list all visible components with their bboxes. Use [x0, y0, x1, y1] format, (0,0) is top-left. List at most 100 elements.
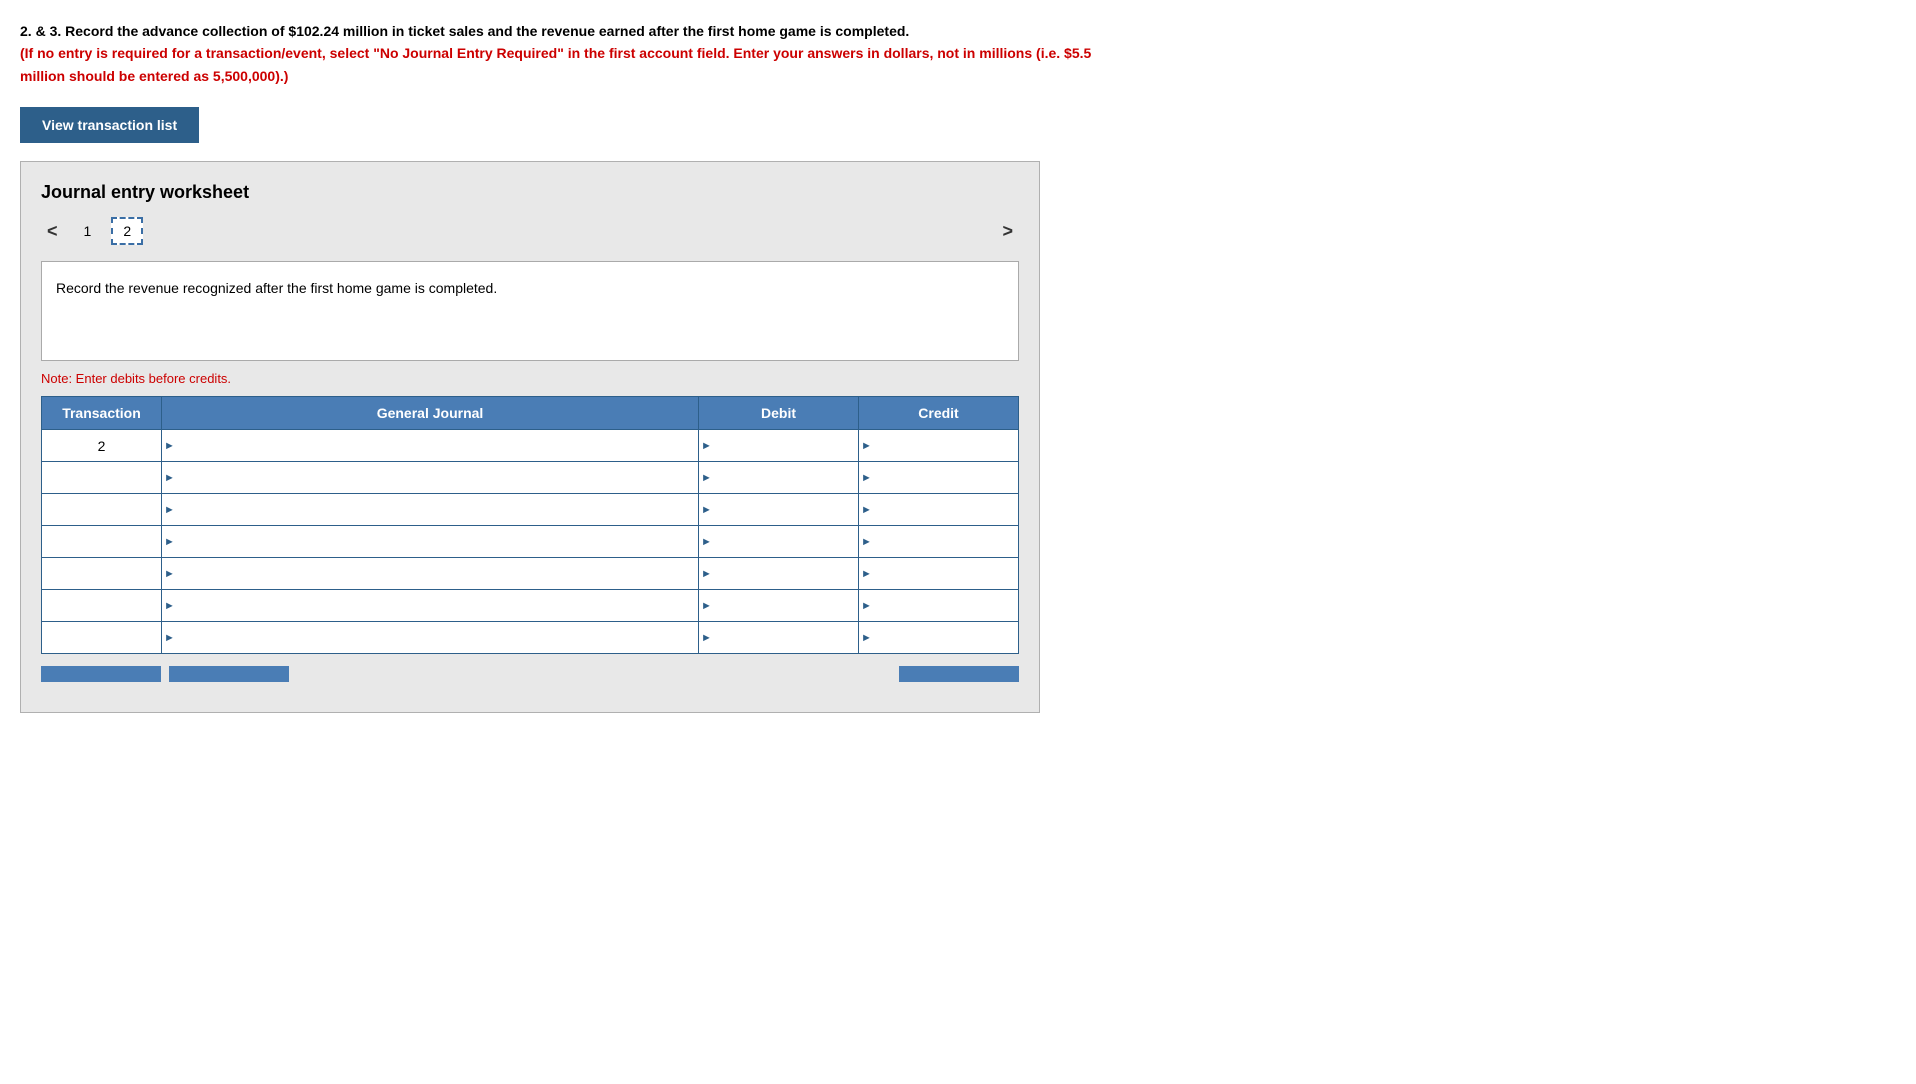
table-row: ► ► ►	[42, 462, 1019, 494]
table-row: ► ► ►	[42, 622, 1019, 654]
debit-input-7[interactable]	[699, 622, 858, 653]
credit-cell-6[interactable]: ►	[859, 590, 1019, 622]
arrow-icon-2: ►	[164, 472, 175, 484]
transaction-cell-1: 2	[42, 430, 162, 462]
bottom-btn-3[interactable]	[899, 666, 1019, 682]
journal-cell-7[interactable]: ►	[162, 622, 699, 654]
tab-1[interactable]: 1	[74, 219, 102, 243]
transaction-cell-6	[42, 590, 162, 622]
table-row: ► ► ►	[42, 526, 1019, 558]
debit-cell-1[interactable]: ►	[699, 430, 859, 462]
credit-input-1[interactable]	[859, 430, 1018, 461]
journal-input-7[interactable]	[162, 622, 698, 653]
credit-cell-1[interactable]: ►	[859, 430, 1019, 462]
debit-input-2[interactable]	[699, 462, 858, 493]
arrow-icon-d6: ►	[701, 600, 712, 612]
journal-cell-3[interactable]: ►	[162, 494, 699, 526]
credit-cell-3[interactable]: ►	[859, 494, 1019, 526]
instruction-line1: 2. & 3. Record the advance collection of…	[20, 23, 909, 39]
note-text: Note: Enter debits before credits.	[41, 371, 1019, 386]
credit-cell-4[interactable]: ►	[859, 526, 1019, 558]
arrow-icon-c7: ►	[861, 632, 872, 644]
journal-cell-2[interactable]: ►	[162, 462, 699, 494]
worksheet-container: Journal entry worksheet < 1 2 > Record t…	[20, 161, 1040, 713]
credit-input-2[interactable]	[859, 462, 1018, 493]
journal-table: Transaction General Journal Debit Credit…	[41, 396, 1019, 654]
tab-navigation: < 1 2 >	[41, 217, 1019, 245]
instruction-line2: (If no entry is required for a transacti…	[20, 45, 1091, 83]
arrow-icon-d5: ►	[701, 568, 712, 580]
credit-cell-7[interactable]: ►	[859, 622, 1019, 654]
journal-cell-6[interactable]: ►	[162, 590, 699, 622]
credit-cell-5[interactable]: ►	[859, 558, 1019, 590]
credit-input-6[interactable]	[859, 590, 1018, 621]
worksheet-title: Journal entry worksheet	[41, 182, 1019, 203]
bottom-buttons	[41, 666, 1019, 682]
arrow-icon-c3: ►	[861, 504, 872, 516]
prev-arrow[interactable]: <	[41, 219, 64, 244]
transaction-cell-5	[42, 558, 162, 590]
col-header-credit: Credit	[859, 397, 1019, 430]
journal-input-5[interactable]	[162, 558, 698, 589]
arrow-icon-d2: ►	[701, 472, 712, 484]
debit-cell-7[interactable]: ►	[699, 622, 859, 654]
debit-cell-5[interactable]: ►	[699, 558, 859, 590]
debit-input-5[interactable]	[699, 558, 858, 589]
debit-cell-2[interactable]: ►	[699, 462, 859, 494]
arrow-icon-7: ►	[164, 632, 175, 644]
journal-input-1[interactable]	[162, 430, 698, 461]
credit-input-4[interactable]	[859, 526, 1018, 557]
arrow-icon-d4: ►	[701, 536, 712, 548]
journal-input-3[interactable]	[162, 494, 698, 525]
debit-cell-6[interactable]: ►	[699, 590, 859, 622]
table-row: ► ► ►	[42, 590, 1019, 622]
arrow-icon-c6: ►	[861, 600, 872, 612]
col-header-transaction: Transaction	[42, 397, 162, 430]
table-row: ► ► ►	[42, 558, 1019, 590]
table-row: 2 ► ► ►	[42, 430, 1019, 462]
arrow-icon-c1: ►	[861, 440, 872, 452]
instructions-block: 2. & 3. Record the advance collection of…	[20, 20, 1120, 87]
debit-input-1[interactable]	[699, 430, 858, 461]
transaction-cell-7	[42, 622, 162, 654]
arrow-icon-3: ►	[164, 504, 175, 516]
arrow-icon-1: ►	[164, 440, 175, 452]
tab-2[interactable]: 2	[111, 217, 143, 245]
credit-input-7[interactable]	[859, 622, 1018, 653]
arrow-icon-d3: ►	[701, 504, 712, 516]
journal-cell-4[interactable]: ►	[162, 526, 699, 558]
description-text: Record the revenue recognized after the …	[56, 280, 497, 296]
arrow-icon-5: ►	[164, 568, 175, 580]
col-header-debit: Debit	[699, 397, 859, 430]
debit-input-4[interactable]	[699, 526, 858, 557]
debit-cell-3[interactable]: ►	[699, 494, 859, 526]
col-header-journal: General Journal	[162, 397, 699, 430]
debit-input-6[interactable]	[699, 590, 858, 621]
credit-input-3[interactable]	[859, 494, 1018, 525]
debit-cell-4[interactable]: ►	[699, 526, 859, 558]
arrow-icon-c4: ►	[861, 536, 872, 548]
transaction-cell-2	[42, 462, 162, 494]
arrow-icon-6: ►	[164, 600, 175, 612]
description-box: Record the revenue recognized after the …	[41, 261, 1019, 361]
credit-cell-2[interactable]: ►	[859, 462, 1019, 494]
debit-input-3[interactable]	[699, 494, 858, 525]
arrow-icon-d7: ►	[701, 632, 712, 644]
table-row: ► ► ►	[42, 494, 1019, 526]
journal-input-4[interactable]	[162, 526, 698, 557]
journal-cell-5[interactable]: ►	[162, 558, 699, 590]
journal-input-2[interactable]	[162, 462, 698, 493]
journal-input-6[interactable]	[162, 590, 698, 621]
arrow-icon-c2: ►	[861, 472, 872, 484]
transaction-cell-4	[42, 526, 162, 558]
transaction-cell-3	[42, 494, 162, 526]
journal-cell-1[interactable]: ►	[162, 430, 699, 462]
arrow-icon-4: ►	[164, 536, 175, 548]
credit-input-5[interactable]	[859, 558, 1018, 589]
bottom-btn-1[interactable]	[41, 666, 161, 682]
arrow-icon-d1: ►	[701, 440, 712, 452]
bottom-btn-2[interactable]	[169, 666, 289, 682]
arrow-icon-c5: ►	[861, 568, 872, 580]
view-transaction-button[interactable]: View transaction list	[20, 107, 199, 143]
next-arrow[interactable]: >	[996, 219, 1019, 244]
